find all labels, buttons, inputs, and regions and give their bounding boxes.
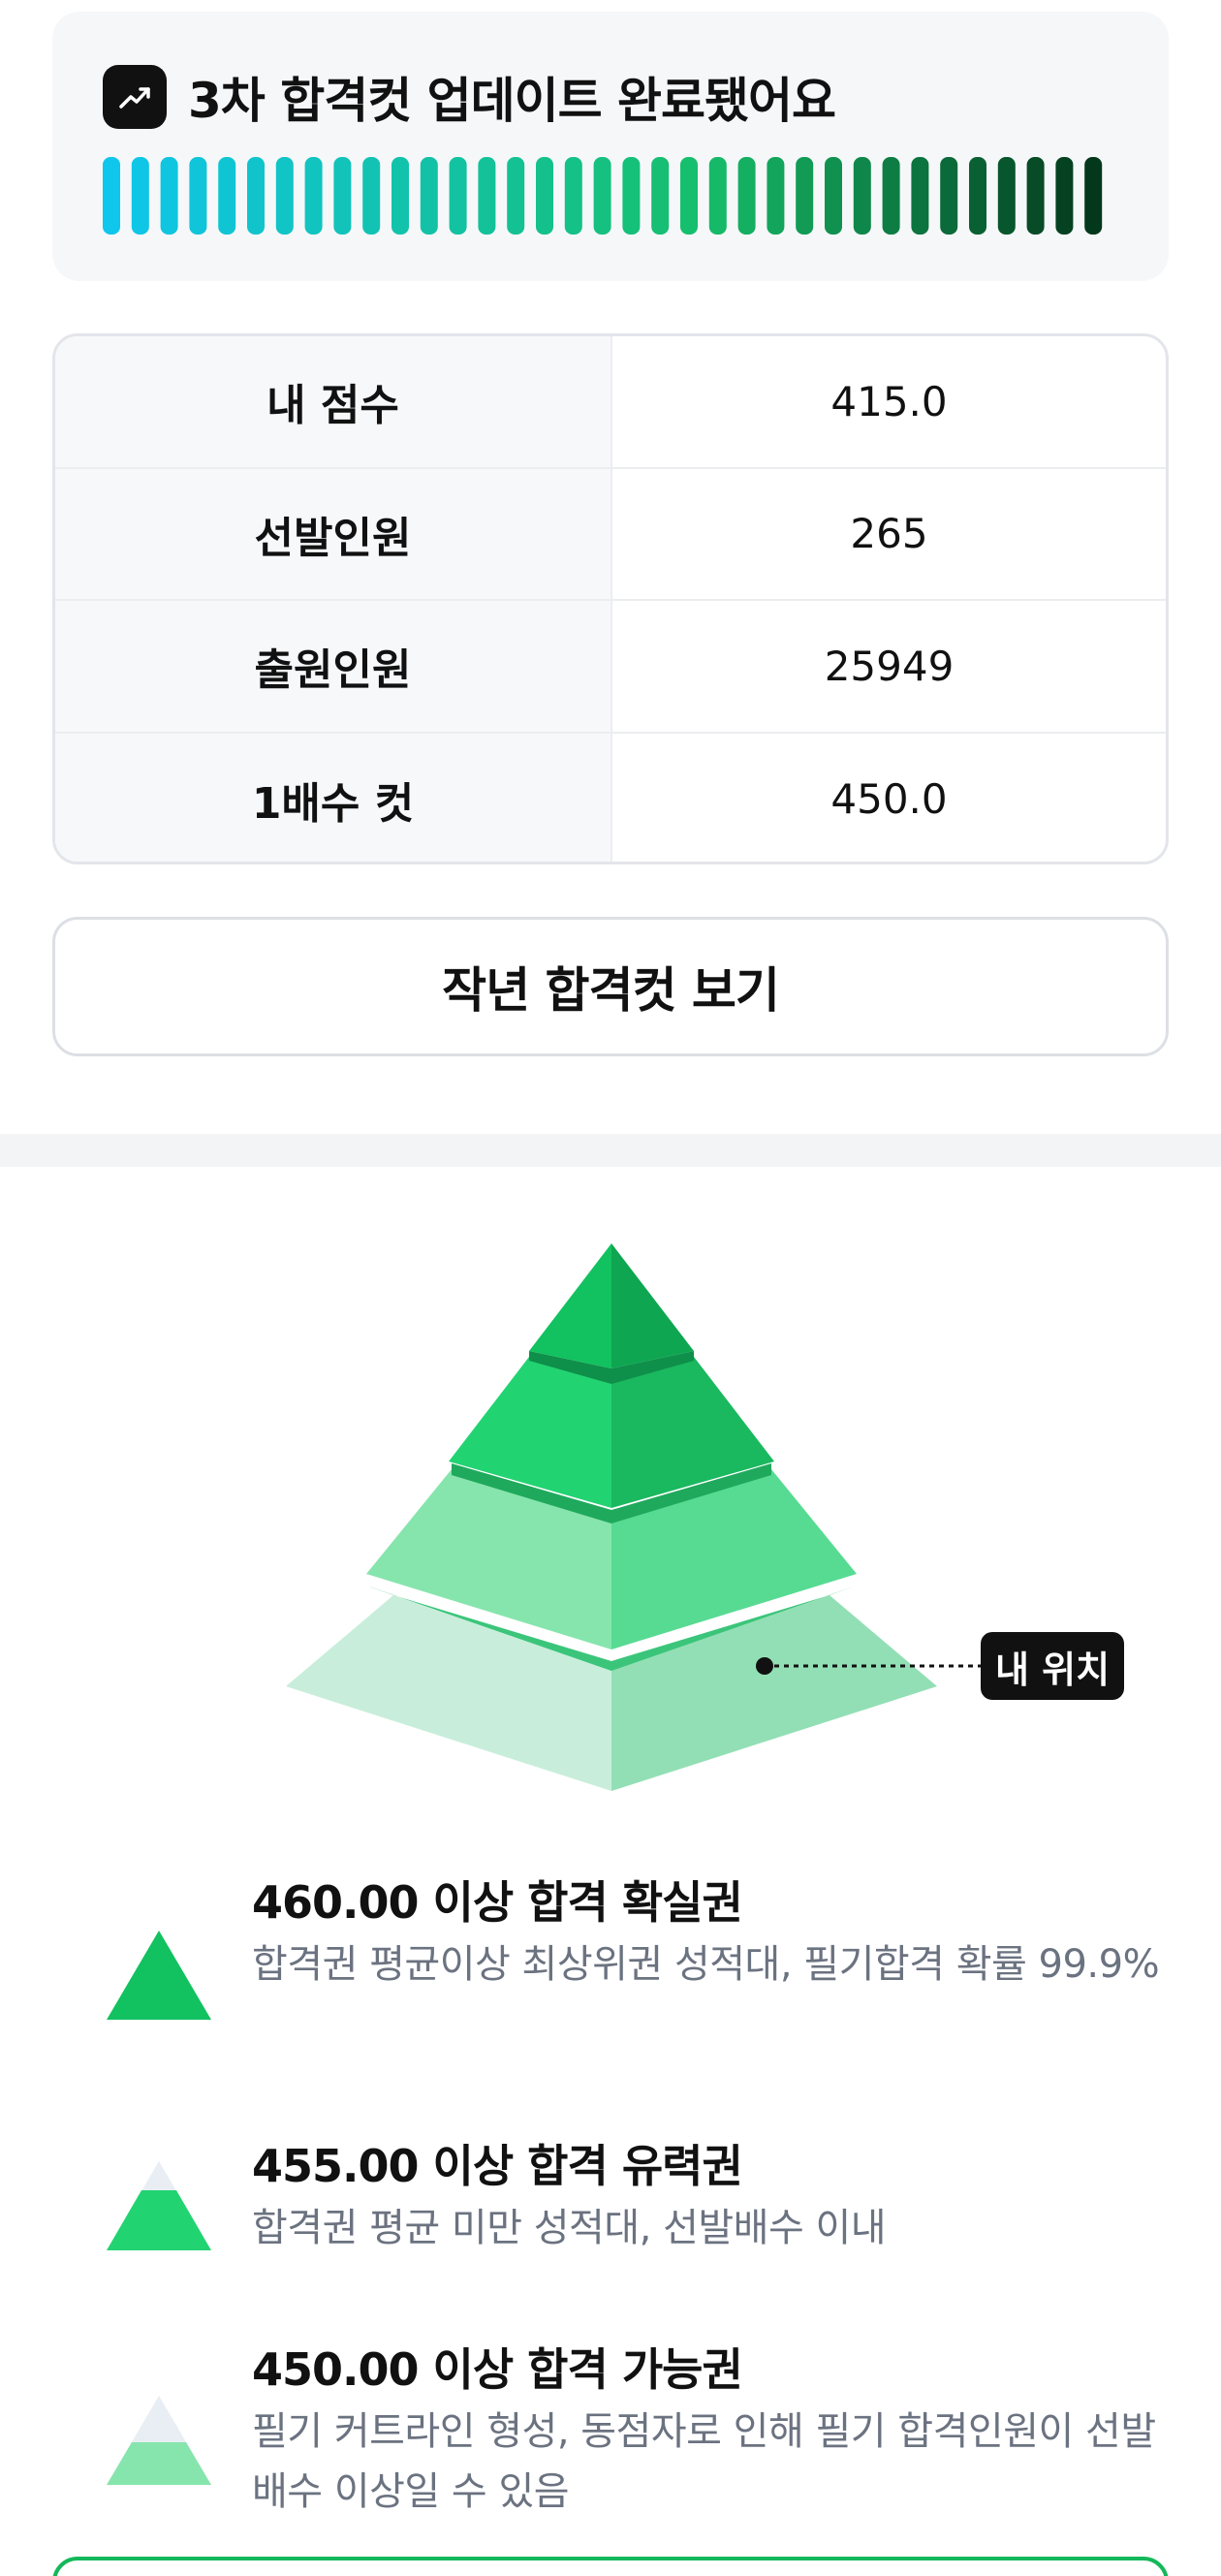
progress-segment bbox=[420, 157, 438, 235]
legend-desc: 합격권 평균 미만 성적대, 선발배수 이내 bbox=[252, 2206, 887, 2250]
bottom-action-button[interactable] bbox=[52, 2557, 1169, 2576]
table-row: 1배수 컷 450.0 bbox=[55, 733, 1166, 862]
progress-segment bbox=[882, 157, 900, 235]
progress-segment bbox=[333, 157, 352, 235]
legend-item-possible: 450.00 이상 합격 가능권 필기 커트라인 형성, 동점자로 인해 필기 … bbox=[105, 2340, 1171, 2543]
progress-segment bbox=[478, 157, 496, 235]
legend-text: 455.00 이상 합격 유력권 합격권 평균 미만 성적대, 선발배수 이내 bbox=[252, 2136, 1171, 2258]
legend-text: 450.00 이상 합격 가능권 필기 커트라인 형성, 동점자로 인해 필기 … bbox=[252, 2340, 1171, 2522]
progress-segment bbox=[651, 157, 670, 235]
row-label-selection-count: 선발인원 bbox=[55, 468, 612, 599]
table-row: 내 점수 415.0 bbox=[55, 336, 1166, 469]
row-value-my-score: 415.0 bbox=[830, 377, 948, 425]
progress-segment bbox=[1055, 157, 1074, 235]
progress-segment bbox=[737, 157, 756, 235]
legend-desc: 필기 커트라인 형성, 동점자로 인해 필기 합격인원이 선발배수 이상일 수 … bbox=[252, 2409, 1156, 2514]
progress-segment bbox=[1026, 157, 1045, 235]
progress-segment bbox=[853, 157, 871, 235]
progress-segment bbox=[218, 157, 236, 235]
progress-segment bbox=[536, 157, 553, 235]
progress-segment bbox=[391, 157, 409, 235]
legend-title: 450.00 이상 합격 가능권 bbox=[252, 2343, 743, 2396]
row-label-my-score: 내 점수 bbox=[55, 336, 612, 467]
progress-segment bbox=[304, 157, 323, 235]
pyramid-tier-2-icon bbox=[107, 2161, 211, 2250]
legend-title: 455.00 이상 합격 유력권 bbox=[252, 2140, 743, 2192]
progress-segment bbox=[1084, 157, 1103, 235]
update-title: 3차 합격컷 업데이트 완료됐어요 bbox=[188, 73, 836, 129]
pyramid-tier-1-icon bbox=[107, 1931, 211, 2020]
progress-segment bbox=[131, 157, 149, 235]
update-card: 3차 합격컷 업데이트 완료됐어요 bbox=[52, 12, 1169, 281]
pyramid-tier-1 bbox=[529, 1243, 611, 1368]
update-progress-bars bbox=[103, 157, 1103, 235]
progress-segment bbox=[997, 157, 1016, 235]
section-divider bbox=[0, 1134, 1221, 1167]
progress-segment bbox=[189, 157, 207, 235]
table-row: 출원인원 25949 bbox=[55, 601, 1166, 734]
table-row: 선발인원 265 bbox=[55, 468, 1166, 601]
row-label-1x-cut: 1배수 컷 bbox=[55, 733, 612, 862]
update-header: 3차 합격컷 업데이트 완료됐어요 bbox=[103, 62, 836, 132]
progress-segment bbox=[593, 157, 611, 235]
legend-item-likely: 455.00 이상 합격 유력권 합격권 평균 미만 성적대, 선발배수 이내 bbox=[105, 2136, 1171, 2272]
progress-segment bbox=[507, 157, 525, 235]
pass-probability-pyramid bbox=[286, 1243, 981, 1791]
my-position-label: 내 위치 bbox=[981, 1632, 1124, 1700]
progress-segment bbox=[680, 157, 698, 235]
progress-segment bbox=[825, 157, 842, 235]
trend-up-icon bbox=[103, 65, 167, 129]
progress-segment bbox=[911, 157, 929, 235]
row-value-1x-cut: 450.0 bbox=[830, 775, 948, 824]
progress-segment bbox=[940, 157, 958, 235]
legend-desc: 합격권 평균이상 최상위권 성적대, 필기합격 확률 99.9% bbox=[252, 1942, 1160, 1987]
progress-segment bbox=[767, 157, 785, 235]
pyramid-tier-3-icon bbox=[107, 2396, 211, 2485]
progress-segment bbox=[275, 157, 294, 235]
row-value-selection-count: 265 bbox=[850, 510, 928, 558]
progress-segment bbox=[969, 157, 986, 235]
progress-segment bbox=[796, 157, 814, 235]
score-info-table: 내 점수 415.0 선발인원 265 출원인원 25949 1배수 컷 450… bbox=[52, 333, 1169, 864]
pyramid-tier-1-right bbox=[611, 1243, 694, 1368]
progress-segment bbox=[247, 157, 265, 235]
row-value-applicant-count: 25949 bbox=[824, 642, 955, 690]
progress-segment bbox=[160, 157, 178, 235]
legend-item-certain: 460.00 이상 합격 확실권 합격권 평균이상 최상위권 성적대, 필기합격… bbox=[105, 1872, 1171, 2066]
progress-segment bbox=[362, 157, 381, 235]
legend-title: 460.00 이상 합격 확실권 bbox=[252, 1876, 743, 1929]
progress-segment bbox=[564, 157, 582, 235]
progress-segment bbox=[103, 157, 120, 235]
progress-segment bbox=[708, 157, 727, 235]
prev-year-cut-button[interactable]: 작년 합격컷 보기 bbox=[52, 917, 1169, 1056]
legend-text: 460.00 이상 합격 확실권 합격권 평균이상 최상위권 성적대, 필기합격… bbox=[252, 1872, 1171, 1995]
progress-segment bbox=[622, 157, 641, 235]
row-label-applicant-count: 출원인원 bbox=[55, 601, 612, 732]
progress-segment bbox=[449, 157, 467, 235]
